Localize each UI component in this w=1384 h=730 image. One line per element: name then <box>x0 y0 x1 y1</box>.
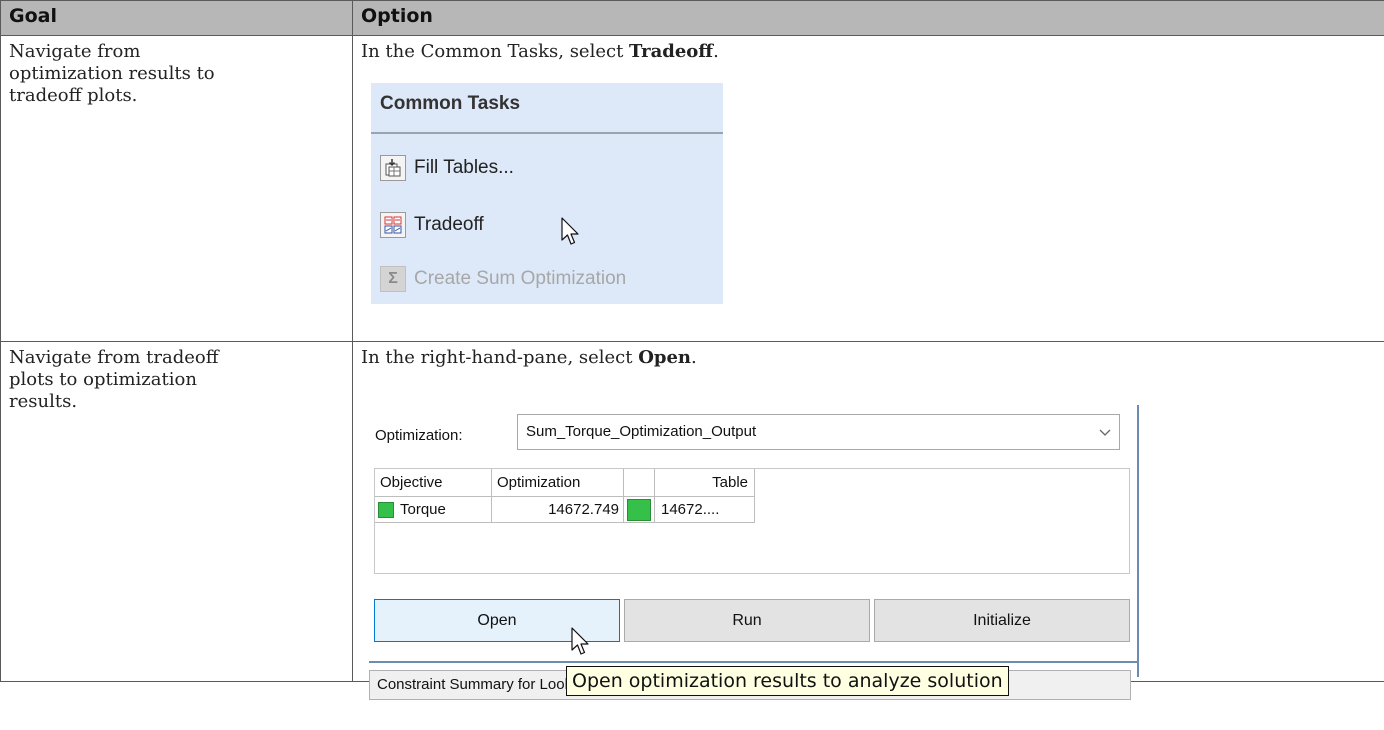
fill-tables-icon <box>380 155 406 181</box>
option-cell-2: In the right-hand-pane, select Open. Opt… <box>352 341 1384 700</box>
goal-text-1: Navigate from optimization results to tr… <box>9 41 215 106</box>
mouse-cursor-icon <box>561 217 579 245</box>
status-green-swatch-icon <box>627 498 651 521</box>
fill-tables-label: Fill Tables... <box>414 157 514 178</box>
tradeoff-item[interactable]: Tradeoff <box>380 209 484 241</box>
grid-cell-optimization[interactable]: 14672.749 <box>492 497 624 523</box>
grid-header-optimization[interactable]: Optimization <box>492 469 624 497</box>
grid-cell-status[interactable] <box>624 497 655 523</box>
common-tasks-panel: Common Tasks Fill Tables... Tradeoff Σ C… <box>371 83 723 304</box>
tradeoff-label: Tradeoff <box>414 214 484 235</box>
grid-header-table[interactable]: Table <box>655 469 755 497</box>
objective-value: Torque <box>400 500 446 518</box>
status-green-icon <box>378 501 394 518</box>
optimization-label: Optimization: <box>375 427 463 444</box>
chevron-down-icon[interactable] <box>1091 421 1119 443</box>
objectives-grid[interactable]: Objective Optimization Table Torque 1467… <box>374 468 1130 574</box>
common-tasks-title: Common Tasks <box>380 93 521 114</box>
optimization-dropdown-value: Sum_Torque_Optimization_Output <box>526 423 757 440</box>
goal-text-2: Navigate from tradeoff plots to optimiza… <box>9 347 219 412</box>
pane-right-border <box>1137 405 1139 677</box>
goal-option-table: Goal Option Navigate from optimization r… <box>0 0 1384 700</box>
optimization-pane: Optimization: Sum_Torque_Optimization_Ou… <box>361 405 1145 700</box>
tradeoff-icon <box>380 212 406 238</box>
create-sum-optimization-label: Create Sum Optimization <box>414 268 627 289</box>
grid-header-status[interactable] <box>624 469 655 497</box>
grid-cell-objective[interactable]: Torque <box>375 497 492 523</box>
goal-header: Goal <box>0 0 353 36</box>
option-cell-1: In the Common Tasks, select Tradeoff. Co… <box>352 35 1384 342</box>
pane-bottom-border <box>369 661 1139 663</box>
goal-cell-2: Navigate from tradeoff plots to optimiza… <box>0 341 353 682</box>
open-tooltip: Open optimization results to analyze sol… <box>566 666 1009 696</box>
goal-cell-1: Navigate from optimization results to tr… <box>0 35 353 342</box>
sigma-icon: Σ <box>380 266 406 292</box>
grid-cell-table[interactable]: 14672.... <box>655 497 755 523</box>
grid-header-objective[interactable]: Objective <box>375 469 492 497</box>
option-instruction-2: In the right-hand-pane, select Open. <box>361 347 697 368</box>
option-instruction-1: In the Common Tasks, select Tradeoff. <box>361 41 719 62</box>
mouse-cursor-icon-2 <box>571 627 589 655</box>
create-sum-optimization-item[interactable]: Σ Create Sum Optimization <box>380 263 626 295</box>
common-tasks-divider <box>371 132 723 134</box>
optimization-dropdown[interactable]: Sum_Torque_Optimization_Output <box>517 414 1120 450</box>
initialize-button[interactable]: Initialize <box>874 599 1130 642</box>
run-button[interactable]: Run <box>624 599 870 642</box>
option-header: Option <box>352 0 1384 36</box>
fill-tables-item[interactable]: Fill Tables... <box>380 152 514 184</box>
